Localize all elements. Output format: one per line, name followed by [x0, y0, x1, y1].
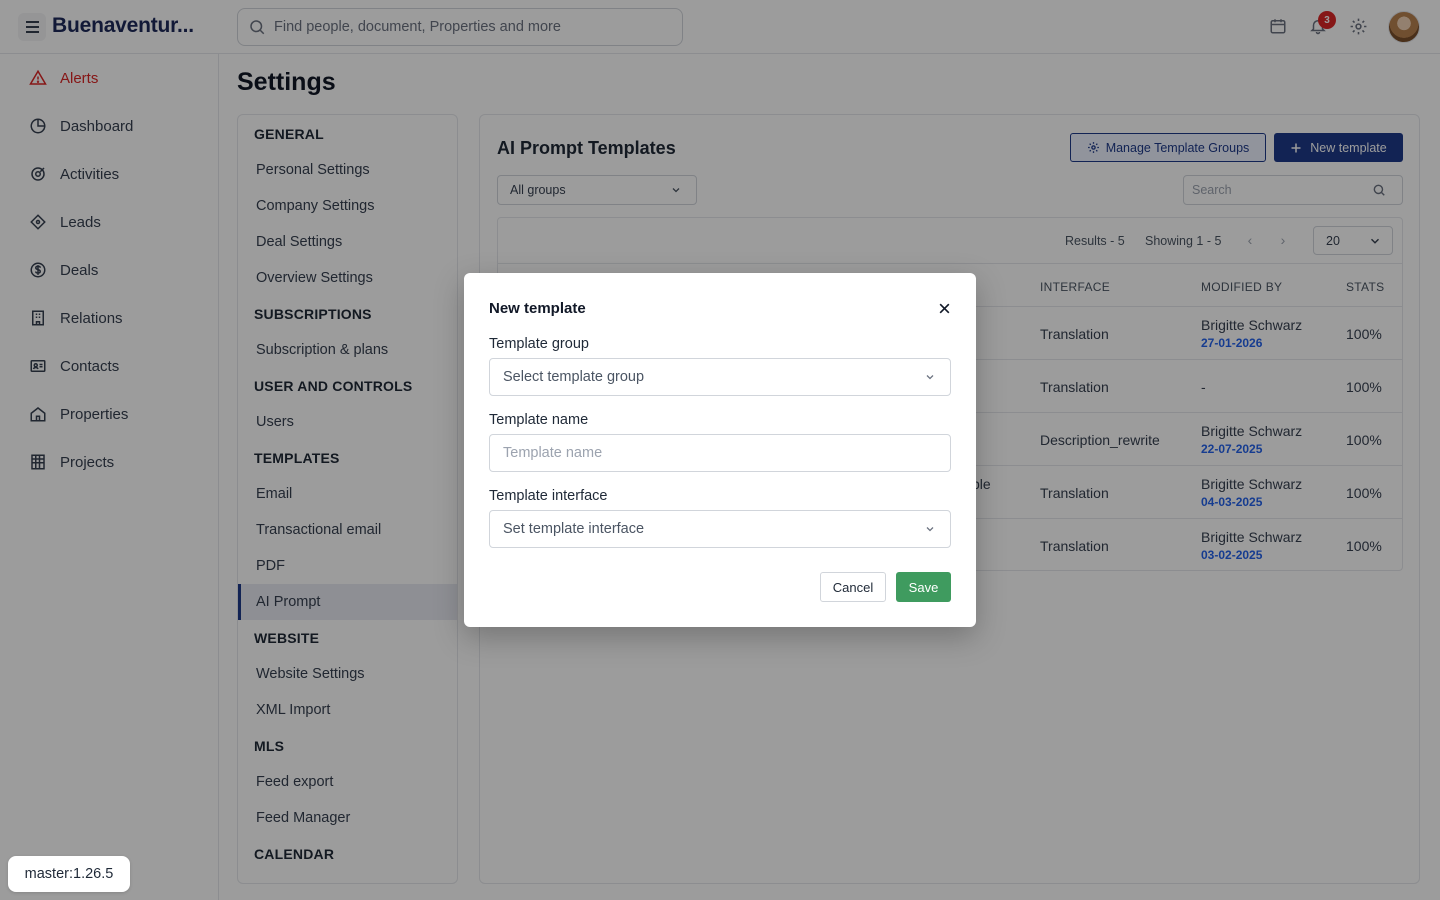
template-name-field[interactable] [489, 434, 951, 472]
template-interface-placeholder: Set template interface [503, 521, 645, 537]
template-group-label: Template group [489, 336, 589, 352]
template-group-placeholder: Select template group [503, 369, 645, 385]
new-template-modal: New template Template group Select templ… [464, 273, 976, 627]
template-interface-label: Template interface [489, 488, 608, 504]
chevron-down-icon [926, 527, 934, 532]
save-button[interactable]: Save [896, 572, 951, 602]
modal-title: New template [489, 300, 586, 317]
template-name-label: Template name [489, 412, 589, 428]
close-icon[interactable] [934, 298, 954, 318]
chevron-down-icon [926, 375, 934, 380]
cancel-button[interactable]: Cancel [820, 572, 886, 602]
version-badge: master:1.26.5 [8, 856, 130, 892]
template-group-select[interactable]: Select template group [489, 358, 951, 396]
template-interface-select[interactable]: Set template interface [489, 510, 951, 548]
template-name-input[interactable] [503, 445, 936, 461]
